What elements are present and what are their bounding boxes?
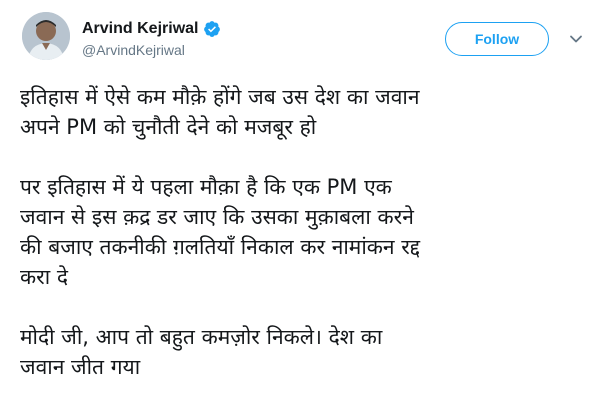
verified-badge-icon xyxy=(203,20,221,38)
tweet-line: करा दे xyxy=(20,265,68,289)
tweet-line: की बजाए तकनीकी ग़लतियाँ निकाल कर नामांकन… xyxy=(20,235,421,259)
chevron-down-icon[interactable] xyxy=(568,31,584,47)
tweet-paragraph: मोदी जी, आप तो बहुत कमज़ोर निकले। देश का… xyxy=(20,322,600,382)
tweet-line: इतिहास में ऐसे कम मौक़े होंगे जब उस देश … xyxy=(20,85,420,109)
tweet-text: इतिहास में ऐसे कम मौक़े होंगे जब उस देश … xyxy=(20,82,600,382)
tweet-header: Arvind Kejriwal @ArvindKejriwal Follow xyxy=(0,0,614,72)
user-handle[interactable]: @ArvindKejriwal xyxy=(82,42,185,58)
avatar[interactable] xyxy=(22,12,70,60)
display-name[interactable]: Arvind Kejriwal xyxy=(82,20,198,38)
tweet-line: मोदी जी, आप तो बहुत कमज़ोर निकले। देश का xyxy=(20,325,383,349)
tweet-line: अपने PM को चुनौती देने को मजबूर हो xyxy=(20,115,317,139)
tweet-line: जवान जीत गया xyxy=(20,355,141,379)
follow-button[interactable]: Follow xyxy=(445,22,549,56)
tweet-paragraph: इतिहास में ऐसे कम मौक़े होंगे जब उस देश … xyxy=(20,82,600,142)
tweet-line: पर इतिहास में ये पहला मौक़ा है कि एक PM … xyxy=(20,175,392,199)
tweet-paragraph: पर इतिहास में ये पहला मौक़ा है कि एक PM … xyxy=(20,172,600,292)
profile-photo-icon xyxy=(22,12,70,60)
name-row: Arvind Kejriwal xyxy=(82,18,221,40)
tweet-line: जवान से इस क़द्र डर जाए कि उसका मुक़ाबला… xyxy=(20,205,414,229)
